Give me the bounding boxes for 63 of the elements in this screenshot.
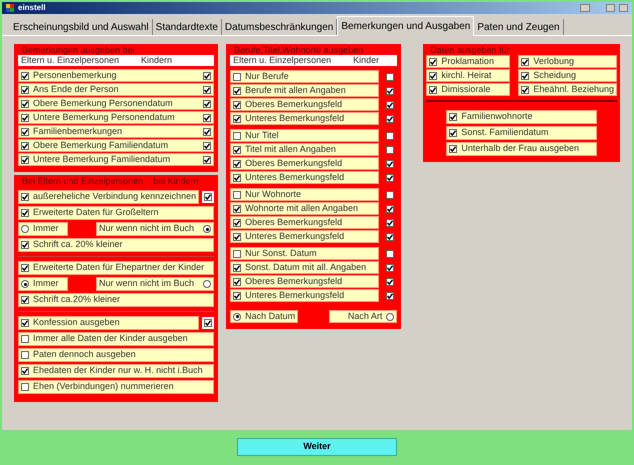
label-text: Obere Bemerkung Familiendatum [33,138,170,152]
label-text: Unteres Bemerkungsfeld [245,112,344,125]
label-text: Eheähnl. Beziehung [533,82,614,96]
window-title: einstell [18,2,46,14]
label-text: Sonst. Datum mit all. Angaben [245,260,366,274]
label-text: Nur wenn nicht im Buch [99,277,194,290]
label-text: kirchl. Heirat [441,68,492,82]
label-text: Nur Titel [245,128,279,142]
label-text: Konfession ausgeben [33,316,120,330]
label-text: Ans Ende der Person [33,82,120,96]
label-text: Oberes Bemerkungsfeld [245,274,342,288]
label-text: Erweiterte Daten für Großeltern [33,206,159,220]
label-text: Unteres Bemerkungsfeld [245,230,344,243]
tab[interactable]: Paten und Zeugen [474,19,564,35]
label-text: Immer alle Daten der Kinder ausgeben [33,332,188,346]
tab[interactable]: Erscheinungsbild und Auswahl [10,19,153,35]
label-text: Schrift ca.20% kleiner [33,293,120,306]
tab[interactable]: Bemerkungen und Ausgaben [337,16,474,36]
label-text: Familienwohnorte [461,110,532,124]
group-title: Bemerkungen ausgeben bei [21,45,136,55]
label-text: Immer [33,277,58,290]
label-text: Oberes Bemerkungsfeld [245,216,342,229]
column-label: Eltern u. Einzelpersonen [233,54,332,67]
label-text: Nur wenn nicht im Buch [99,222,194,236]
label-text: Nur Berufe [245,70,289,83]
label-text: Nur Wohnorte [245,188,301,201]
label-text: Oberes Bemerkungsfeld [245,156,342,170]
label-text: Unteres Bemerkungsfeld [245,170,344,184]
group-title: Bei Eltern und Einzelpersonen [22,176,144,186]
label-text: Unteres Bemerkungsfeld [245,288,344,302]
label-text: Dimissiorale [441,82,490,96]
label-text: außereheliche Verbindung kennzeichnen [33,190,196,204]
label-text: Oberes Bemerkungsfeld [245,98,342,111]
label-text: Ehen (Verbindungen) nummerieren [33,380,174,394]
next-button[interactable]: Weiter [237,438,397,456]
label-text: Sonst. Familiendatum [461,126,548,140]
label-text: Nach Art [348,310,382,323]
label-text: Schrift ca. 20% kleiner [33,238,123,252]
label-text: Titel mit allen Angaben [245,142,336,156]
label-text: Wohnorte mit allen Angaben [245,202,358,215]
label-text: Obere Bemerkung Personendatum [33,96,174,110]
label-text: Paten dennoch ausgeben [33,348,136,362]
label-text: Untere Bemerkung Familiendatum [33,152,172,166]
label-text: Immer [33,222,58,236]
label-text: Untere Bemerkung Personendatum [33,110,176,124]
group-title: Daten ausgeben für [429,45,510,55]
label-text: Unterhalb der Frau ausgeben [461,142,579,156]
label-text: Proklamation [441,55,494,68]
tab[interactable]: Standardtexte [152,19,222,35]
label-text: Erweiterte Daten für Ehepartner der Kinder [33,261,204,274]
group-title: bei Kindern [153,176,199,186]
column-label: Kindern [141,54,172,67]
group-title: Berufe,Titel,Wohnorte ausgeben [233,45,364,55]
label-text: Familienbemerkungen [33,124,124,138]
label-text: Berufe mit allen Angaben [245,84,346,97]
label-text: Ehedaten der Kinder nur w. H. nicht i.Buch [33,364,203,378]
label-text: Personenbemerkung [33,68,118,82]
label-text: Nach Datum [245,310,296,323]
label-text: Scheidung [533,68,576,82]
column-label: Eltern u. Einzelpersonen [21,54,120,67]
label-text: Nur Sonst. Datum [245,246,317,260]
column-label: Kinder [353,54,380,67]
label-text: Verlobung [533,54,574,68]
